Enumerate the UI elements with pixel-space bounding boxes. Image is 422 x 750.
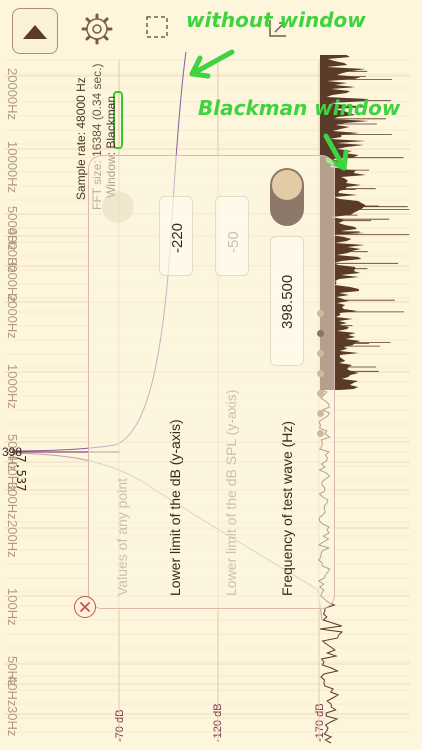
readout-level: -7.537 — [14, 448, 28, 492]
test-wave-field[interactable]: 398.500 — [270, 236, 304, 366]
lower-limit-db-field[interactable]: -220 — [159, 196, 193, 276]
gear-icon — [81, 13, 113, 45]
annotation-blackman-window: Blackman window — [198, 96, 401, 120]
page-dot[interactable] — [317, 410, 324, 417]
page-dot[interactable] — [317, 390, 324, 397]
page-dot[interactable] — [317, 350, 324, 357]
page-dot[interactable] — [317, 370, 324, 377]
settings-button[interactable] — [80, 12, 114, 46]
test-wave-toggle[interactable] — [270, 168, 304, 226]
settings-panel[interactable]: Values of any point Lower limit of the d… — [88, 155, 335, 609]
close-panel-button[interactable] — [74, 596, 96, 618]
page-toggle-ghost[interactable] — [102, 191, 134, 223]
page-dot[interactable] — [317, 310, 324, 317]
lower-limit-db-value: -220 — [169, 222, 186, 253]
page-indicator[interactable] — [317, 310, 329, 450]
annotation-without-window: without window — [186, 8, 366, 32]
triangle-up-icon — [23, 25, 47, 39]
select-region-button[interactable] — [144, 14, 170, 40]
lower-limit-spl-label: Lower limit of the dB SPL (y-axis) — [223, 389, 239, 596]
sample-rate-text: Sample rate: 48000 Hz — [74, 77, 88, 200]
test-wave-value: 398.500 — [279, 274, 296, 329]
lower-limit-db-label: Lower limit of the dB (y-axis) — [167, 419, 183, 596]
values-of-any-point-label: Values of any point — [114, 477, 130, 596]
page-dot[interactable] — [317, 430, 324, 437]
dashed-square-icon — [146, 16, 168, 38]
page-dot[interactable] — [317, 330, 324, 337]
lower-limit-spl-value: -50 — [225, 231, 242, 253]
spectrum-view[interactable]: 20000Hz 10000Hz 5000Hz 4000Hz 3000Hz 2000Hz 10… — [0, 0, 422, 750]
test-wave-label: Frequency of test wave (Hz) — [279, 420, 295, 596]
close-x-icon — [80, 602, 90, 612]
lower-limit-spl-field[interactable]: -50 — [215, 196, 249, 276]
toggle-knob — [272, 170, 302, 200]
play-button[interactable] — [12, 8, 58, 54]
